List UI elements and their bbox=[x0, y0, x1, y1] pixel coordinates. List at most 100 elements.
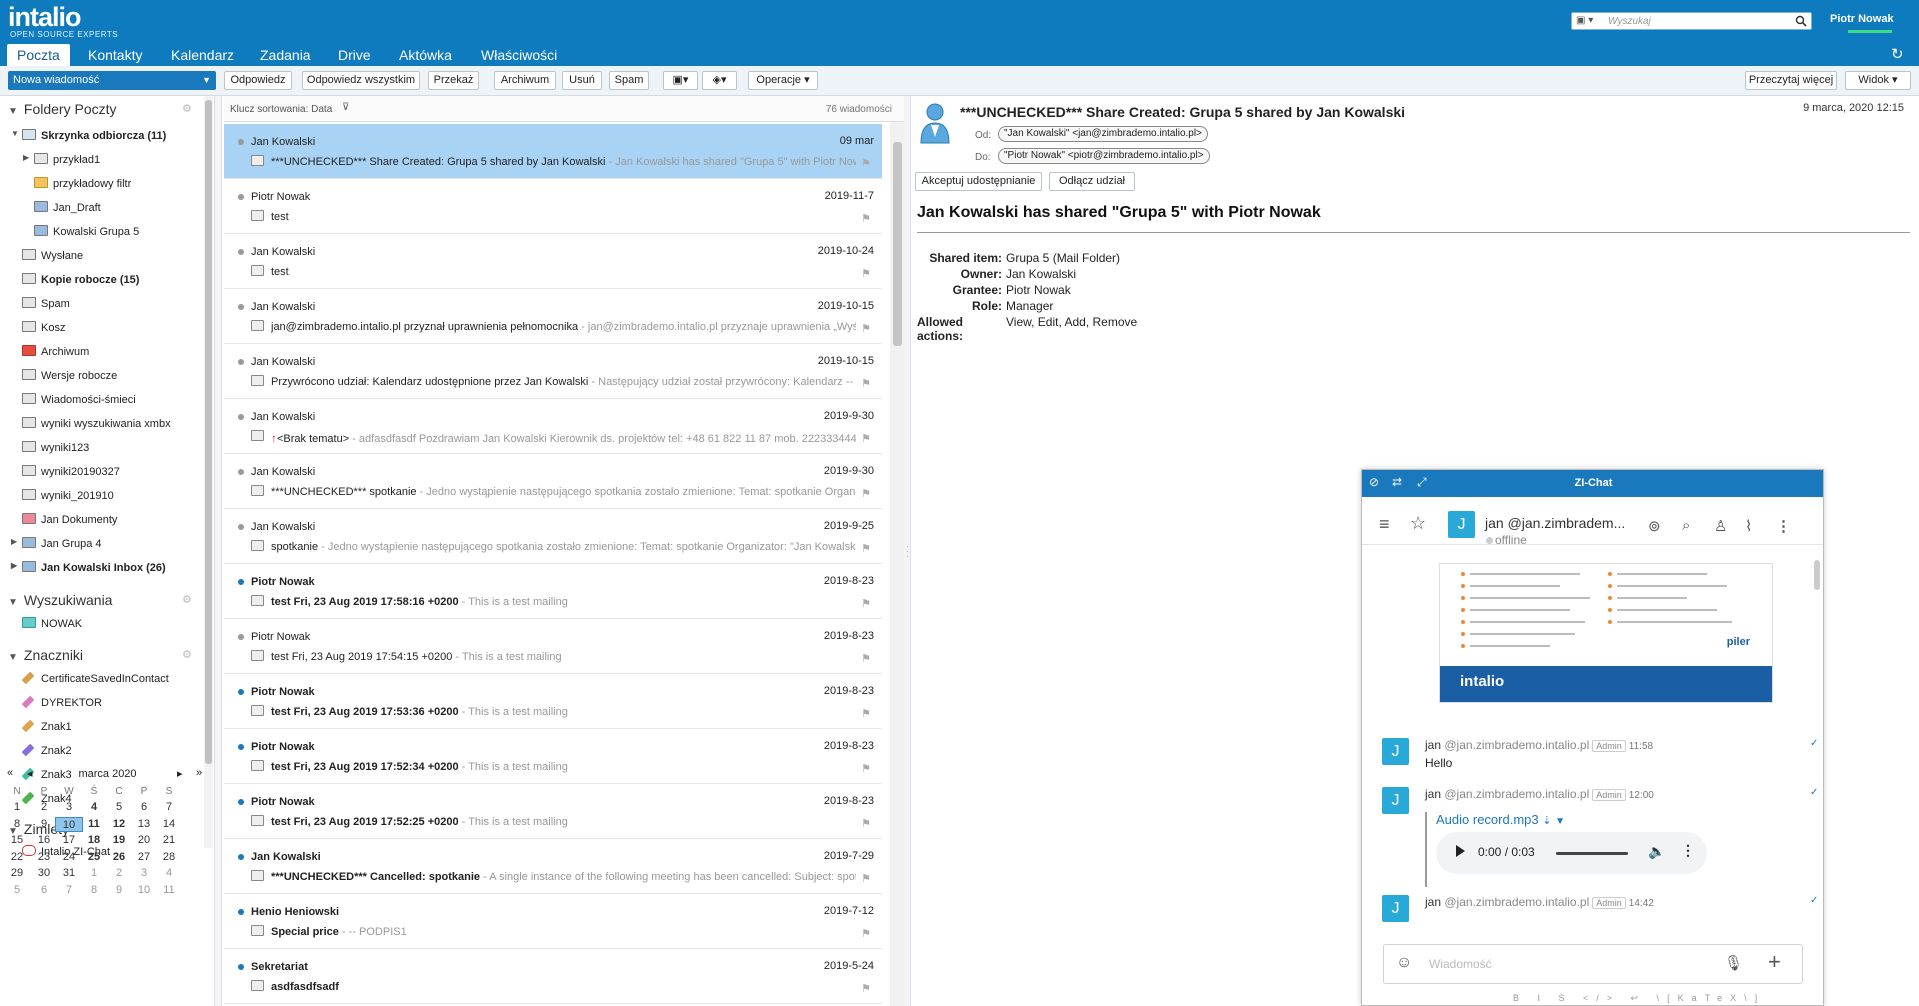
delete-button[interactable]: Usuń bbox=[562, 71, 602, 90]
tag-item[interactable]: DYREKTOR bbox=[21, 695, 102, 709]
message-row[interactable]: Jan Kowalski 2019-10-24 test ⚑ bbox=[224, 234, 882, 289]
plus-icon[interactable]: + bbox=[1768, 949, 1781, 975]
tab-wlasciwosci[interactable]: Właściwości bbox=[471, 44, 567, 66]
section-tags[interactable]: ▼ Znaczniki bbox=[8, 647, 83, 663]
tab-poczta[interactable]: Poczta bbox=[7, 44, 70, 66]
flag-icon[interactable]: ⚑ bbox=[861, 707, 871, 720]
reading-splitter[interactable]: · · · bbox=[903, 96, 911, 1006]
calendar-day[interactable]: 4 bbox=[155, 866, 183, 881]
flag-icon[interactable]: ⚑ bbox=[861, 157, 871, 170]
collapse-icon[interactable]: ▼ bbox=[8, 597, 18, 608]
message-user[interactable]: jan bbox=[1425, 787, 1441, 801]
calendar-day[interactable]: 21 bbox=[155, 833, 183, 848]
flag-icon[interactable]: ⚑ bbox=[861, 377, 871, 390]
operations-button[interactable]: Operacje ▾ bbox=[748, 71, 818, 90]
forward-button[interactable]: Przekaż bbox=[428, 71, 479, 90]
read-status-icon[interactable] bbox=[238, 524, 244, 530]
calendar-day[interactable]: 15 bbox=[3, 833, 31, 848]
kebab-menu-icon[interactable]: ⋮ bbox=[1776, 517, 1791, 535]
move-button[interactable]: ▣▾ bbox=[663, 71, 698, 90]
calendar-day[interactable]: 11 bbox=[155, 883, 183, 898]
collapse-icon[interactable]: ▼ bbox=[11, 129, 19, 138]
message-row[interactable]: Jan Kowalski 2019-9-30 ↑<Brak tematu> - ad… bbox=[224, 399, 882, 454]
read-more-button[interactable]: Przeczytaj więcej bbox=[1745, 71, 1837, 90]
tag-item[interactable]: CertificateSavedInContact bbox=[21, 671, 169, 685]
calendar-day[interactable]: 8 bbox=[3, 817, 31, 832]
user-menu[interactable]: Piotr Nowak bbox=[1830, 13, 1894, 25]
audio-attachment[interactable]: Audio record.mp3 ⇣ ▼ bbox=[1436, 812, 1565, 827]
message-row[interactable]: Jan Kowalski 09 mar ***UNCHECKED*** Share … bbox=[224, 124, 882, 179]
kebab-menu-icon[interactable]: ⋮ bbox=[1681, 842, 1695, 859]
from-address[interactable]: "Jan Kowalski" <jan@zimbrademo.intalio.p… bbox=[998, 126, 1208, 142]
mention-icon[interactable]: ⊚ bbox=[1648, 517, 1661, 535]
read-status-icon[interactable] bbox=[238, 964, 244, 970]
message-row[interactable]: Piotr Nowak 2019-8-23 test Fri, 23 Aug 201… bbox=[224, 619, 882, 674]
tag-button[interactable]: ◈▾ bbox=[702, 71, 737, 90]
message-row[interactable]: Jan Kowalski 2019-10-15 Przywrócono udział… bbox=[224, 344, 882, 399]
calendar-day[interactable]: 3 bbox=[130, 866, 158, 881]
message-row[interactable]: Jan Kowalski 2019-9-25 spotkanie - Jedno w… bbox=[224, 509, 882, 564]
calendar-day[interactable]: 7 bbox=[55, 883, 83, 898]
calendar-day[interactable]: 18 bbox=[80, 833, 108, 848]
flag-icon[interactable]: ⚑ bbox=[861, 212, 871, 225]
read-status-icon[interactable] bbox=[238, 139, 244, 145]
next-year-icon[interactable]: » bbox=[196, 767, 202, 779]
calendar-day[interactable]: 3 bbox=[55, 800, 83, 815]
calendar-day[interactable]: 11 bbox=[80, 817, 108, 832]
refresh-icon[interactable]: ↻ bbox=[1891, 45, 1904, 63]
calendar-day[interactable]: 5 bbox=[3, 883, 31, 898]
new-message-button[interactable]: Nowa wiadomość ▼ bbox=[8, 71, 216, 90]
calendar-day[interactable]: 17 bbox=[55, 833, 83, 848]
message-row[interactable]: Henio Heniowski 2019-7-12 Special price - … bbox=[224, 894, 882, 949]
calendar-day[interactable]: 29 bbox=[3, 866, 31, 881]
format-toolbar[interactable]: B I S </> ↩ \[KaTeX\] bbox=[1513, 993, 1765, 1004]
folder-jan-dokumenty[interactable]: Jan Dokumenty bbox=[22, 513, 117, 526]
calendar-day[interactable]: 31 bbox=[55, 866, 83, 881]
search-input[interactable]: Wyszukaj bbox=[1608, 16, 1651, 27]
tab-drive[interactable]: Drive bbox=[328, 44, 381, 66]
accept-share-button[interactable]: Akceptuj udostępnianie bbox=[915, 172, 1042, 191]
attachment-icon[interactable]: ⌇ bbox=[1745, 517, 1752, 535]
calendar-day[interactable]: 22 bbox=[3, 850, 31, 865]
calendar-day[interactable]: 10 bbox=[130, 883, 158, 898]
read-status-icon[interactable] bbox=[238, 304, 244, 310]
view-button[interactable]: Widok ▾ bbox=[1845, 71, 1911, 90]
folder-wyniki-201910[interactable]: wyniki_201910 bbox=[22, 489, 114, 502]
read-status-icon[interactable] bbox=[238, 359, 244, 365]
message-row[interactable]: Piotr Nowak 2019-8-23 test Fri, 23 Aug 201… bbox=[224, 729, 882, 784]
message-row[interactable]: Jan Kowalski 2019-10-15 jan@zimbrademo.int… bbox=[224, 289, 882, 344]
flag-icon[interactable]: ⚑ bbox=[861, 432, 871, 445]
star-icon[interactable]: ☆ bbox=[1410, 513, 1426, 534]
read-status-icon[interactable] bbox=[238, 469, 244, 475]
calendar-day[interactable]: 2 bbox=[30, 800, 58, 815]
tab-zadania[interactable]: Zadania bbox=[250, 44, 321, 66]
read-status-icon[interactable] bbox=[238, 909, 244, 915]
logo[interactable]: intalio OPEN SOURCE EXPERTS bbox=[8, 4, 118, 40]
tag-item[interactable]: Znak2 bbox=[21, 743, 72, 757]
calendar-day[interactable]: 1 bbox=[80, 866, 108, 881]
calendar-day[interactable]: 14 bbox=[155, 817, 183, 832]
sidebar-scrollbar-thumb[interactable] bbox=[205, 100, 212, 764]
chat-message-input[interactable]: Wiadomość bbox=[1429, 957, 1492, 971]
calendar-day[interactable]: 6 bbox=[130, 800, 158, 815]
spam-button[interactable]: Spam bbox=[609, 71, 649, 90]
read-status-icon[interactable] bbox=[238, 249, 244, 255]
read-status-icon[interactable] bbox=[238, 854, 244, 860]
folder-wyniki-xmbx[interactable]: wyniki wyszukiwania xmbx bbox=[22, 417, 171, 430]
calendar-day[interactable]: 13 bbox=[130, 817, 158, 832]
chevron-down-icon[interactable]: ▼ bbox=[202, 71, 211, 90]
folder-jan-draft[interactable]: Jan_Draft bbox=[34, 201, 101, 214]
contact-name[interactable]: jan @jan.zimbradem... bbox=[1485, 515, 1625, 531]
message-row[interactable]: Piotr Nowak 2019-11-7 test ⚑ bbox=[224, 179, 882, 234]
sort-label[interactable]: Klucz sortowania: Data bbox=[230, 104, 332, 115]
gear-icon[interactable]: ⚙ bbox=[182, 102, 192, 115]
calendar-day[interactable]: 7 bbox=[155, 800, 183, 815]
folder-sent[interactable]: Wysłane bbox=[22, 249, 83, 262]
calendar-day[interactable]: 1 bbox=[3, 800, 31, 815]
flag-icon[interactable]: ⚑ bbox=[861, 872, 871, 885]
message-list-scrollbar-thumb[interactable] bbox=[893, 142, 902, 346]
search-icon[interactable] bbox=[1795, 15, 1807, 30]
flag-icon[interactable]: ⚑ bbox=[861, 927, 871, 940]
flag-icon[interactable]: ⚑ bbox=[861, 267, 871, 280]
decline-share-button[interactable]: Odłącz udział bbox=[1049, 172, 1135, 191]
